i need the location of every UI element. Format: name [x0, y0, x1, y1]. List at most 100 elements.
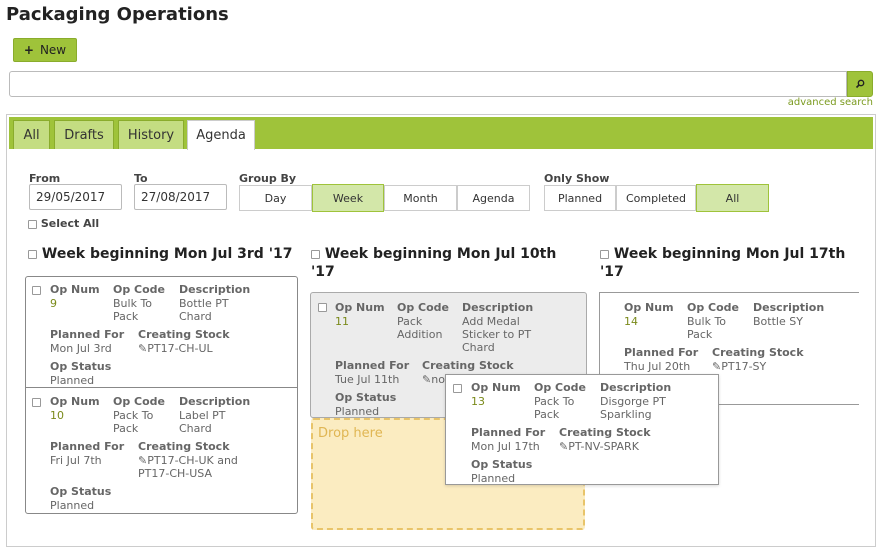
card-checkbox[interactable] [32, 286, 41, 295]
week-header-jul-17: Week beginning Mon Jul 17th '17 [600, 245, 865, 281]
op-status-value: Planned [50, 499, 95, 512]
new-button-label: New [39, 43, 67, 57]
op-code-value: Pack To Pack [113, 409, 154, 435]
select-all-checkbox[interactable] [28, 219, 37, 229]
creating-stock-row: ✎PT17-CH-UL [138, 342, 213, 355]
op-code-value: Pack To Pack [534, 395, 575, 421]
creating-stock-label: Creating Stock [422, 359, 514, 372]
op-status-label: Op Status [50, 485, 112, 498]
creating-stock-label: Creating Stock [559, 426, 651, 439]
to-date-field[interactable]: 27/08/2017 [134, 184, 227, 210]
description-label: Description [600, 381, 672, 394]
op-code-value: Bulk To Pack [113, 297, 153, 323]
week-checkbox[interactable] [600, 249, 609, 259]
only-show-planned-button[interactable]: Planned [544, 185, 616, 211]
op-code-value: Pack Addition [397, 315, 443, 341]
tab-drafts[interactable]: Drafts [54, 120, 114, 149]
card-divider [26, 387, 297, 388]
planned-for-value: Fri Jul 7th [50, 454, 102, 467]
op-num-label: Op Num [50, 395, 100, 408]
operation-card-dragging[interactable]: Op Num 13 Op Code Pack To Pack Descripti… [445, 374, 719, 485]
pencil-icon: ✎ [712, 360, 722, 373]
search-button[interactable] [847, 71, 873, 97]
op-num-label: Op Num [50, 283, 100, 296]
description-label: Description [753, 301, 825, 314]
op-num-label: Op Num [335, 301, 385, 314]
tab-history[interactable]: History [118, 120, 184, 149]
group-by-month-button[interactable]: Month [384, 185, 457, 211]
creating-stock-label: Creating Stock [138, 328, 230, 341]
creating-stock-label: Creating Stock [712, 346, 804, 359]
op-code-value: Bulk To Pack [687, 315, 727, 341]
op-num-label: Op Num [624, 301, 674, 314]
description-label: Description [179, 395, 251, 408]
only-show-completed-button[interactable]: Completed [616, 185, 696, 211]
op-num-value: 13 [471, 395, 485, 408]
week-title: Week beginning Mon Jul 10th '17 [311, 246, 557, 280]
description-value: Add Medal Sticker to PT Chard [462, 315, 532, 354]
week-checkbox[interactable] [311, 249, 320, 259]
description-label: Description [179, 283, 251, 296]
group-by-agenda-button[interactable]: Agenda [457, 185, 530, 211]
op-status-label: Op Status [50, 360, 112, 373]
only-show-label: Only Show [544, 172, 610, 185]
search-input[interactable] [9, 71, 847, 97]
new-button[interactable]: + New [13, 38, 77, 62]
planned-for-label: Planned For [50, 328, 125, 341]
search-icon [855, 79, 865, 89]
creating-stock-label: Creating Stock [138, 440, 230, 453]
description-value: Bottle PT Chard [179, 297, 229, 323]
op-status-label: Op Status [335, 391, 397, 404]
only-show-all-button[interactable]: All [696, 184, 769, 212]
creating-stock-row: ✎PT17-SY [712, 360, 766, 373]
pencil-icon: ✎ [138, 454, 148, 467]
description-value: Disgorge PT Sparkling [600, 395, 666, 421]
pencil-icon: ✎ [422, 373, 432, 386]
tab-agenda[interactable]: Agenda [187, 120, 255, 150]
drop-zone-label: Drop here [318, 426, 383, 441]
planned-for-value: Mon Jul 17th [471, 440, 540, 453]
op-status-value: Planned [471, 472, 516, 485]
op-code-label: Op Code [534, 381, 587, 394]
op-num-value: 11 [335, 315, 349, 328]
planned-for-label: Planned For [624, 346, 699, 359]
op-num-value: 10 [50, 409, 64, 422]
op-status-value: Planned [335, 405, 380, 418]
creating-stock-value: PT17-CH-UK and PT17-CH-USA [138, 454, 238, 480]
op-code-label: Op Code [687, 301, 740, 314]
operation-card[interactable]: Op Num 10 Op Code Pack To Pack Descripti… [26, 389, 297, 513]
card-checkbox[interactable] [318, 303, 327, 312]
from-date-field[interactable]: 29/05/2017 [29, 184, 122, 210]
week-title: Week beginning Mon Jul 17th '17 [600, 246, 846, 280]
week-header-jul-3: Week beginning Mon Jul 3rd '17 [28, 245, 298, 263]
planned-for-value: Mon Jul 3rd [50, 342, 112, 355]
tab-all[interactable]: All [13, 120, 50, 149]
op-status-label: Op Status [471, 458, 533, 471]
op-num-value: 14 [624, 315, 638, 328]
planned-for-label: Planned For [335, 359, 410, 372]
planned-for-value: Tue Jul 11th [335, 373, 400, 386]
plus-icon: + [23, 43, 34, 57]
group-by-day-button[interactable]: Day [239, 185, 312, 211]
advanced-search-link[interactable]: advanced search [788, 97, 873, 108]
planned-for-label: Planned For [471, 426, 546, 439]
op-code-label: Op Code [113, 283, 166, 296]
group-by-label: Group By [239, 172, 297, 185]
pencil-icon: ✎ [138, 342, 148, 355]
pencil-icon: ✎ [559, 440, 569, 453]
description-label: Description [462, 301, 534, 314]
group-by-week-button[interactable]: Week [312, 184, 384, 212]
op-num-label: Op Num [471, 381, 521, 394]
op-num-value: 9 [50, 297, 57, 310]
creating-stock-row: ✎PT17-CH-UK and PT17-CH-USA [138, 454, 248, 480]
planned-for-value: Thu Jul 20th [624, 360, 691, 373]
search-bar [9, 71, 873, 97]
creating-stock-value: PT-NV-SPARK [568, 440, 639, 453]
card-checkbox[interactable] [32, 398, 41, 407]
description-value: Bottle SY [753, 315, 803, 328]
page-title: Packaging Operations [6, 4, 229, 25]
week-checkbox[interactable] [28, 249, 37, 259]
card-checkbox[interactable] [453, 384, 462, 393]
operation-card[interactable]: Op Num 9 Op Code Bulk To Pack Descriptio… [26, 277, 297, 387]
week-title: Week beginning Mon Jul 3rd '17 [41, 246, 293, 262]
